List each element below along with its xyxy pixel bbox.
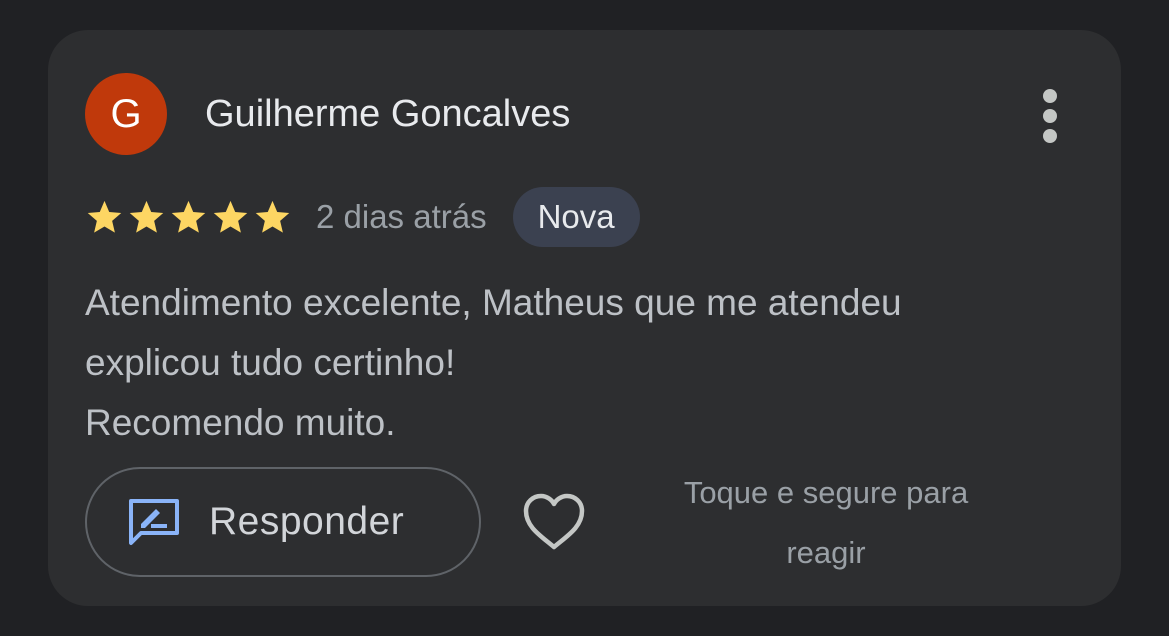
react-hint: Toque e segure para reagir <box>646 463 1006 583</box>
star-icon <box>255 200 290 233</box>
reply-button[interactable]: Responder <box>85 467 481 577</box>
review-date: 2 dias atrás <box>316 198 487 235</box>
review-text-line: Recomendo muito. <box>85 402 396 443</box>
heart-outline-icon[interactable] <box>521 491 587 553</box>
star-icon <box>171 200 206 233</box>
avatar[interactable]: G <box>85 73 167 155</box>
author-name[interactable]: Guilherme Goncalves <box>205 90 570 138</box>
review-text-line: Atendimento excelente, Matheus que me at… <box>85 282 902 323</box>
reply-button-label: Responder <box>209 500 405 543</box>
star-icon <box>129 200 164 233</box>
more-vert-icon-dot <box>1043 109 1057 123</box>
review-text: Atendimento excelente, Matheus que me at… <box>85 273 1085 453</box>
review-text-line: explicou tudo certinho! <box>85 342 456 383</box>
star-icon <box>213 200 248 233</box>
star-icon <box>87 200 122 233</box>
react-hint-line: reagir <box>786 535 866 570</box>
reply-edit-icon <box>129 499 179 545</box>
more-vert-icon <box>1043 89 1057 103</box>
new-badge: Nova <box>512 187 640 247</box>
more-vert-icon-dot <box>1043 129 1057 143</box>
star-rating <box>85 198 292 237</box>
more-options-button[interactable] <box>1028 86 1072 146</box>
review-meta: 2 dias atrás Nova <box>85 187 640 247</box>
review-card: G Guilherme Goncalves 2 dias atrás Nova … <box>48 30 1121 606</box>
react-hint-line: Toque e segure para <box>683 475 969 510</box>
